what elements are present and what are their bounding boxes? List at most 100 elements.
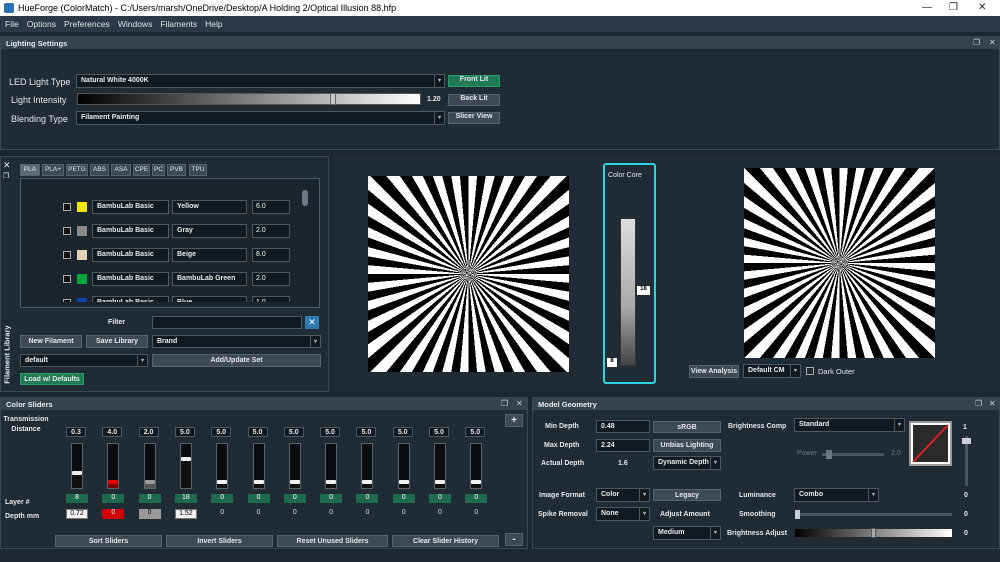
color-slider[interactable] [434,443,446,489]
filament-brand[interactable]: BambuLab Basic [92,272,169,286]
slider-handle[interactable] [72,471,82,475]
spike-removal-select[interactable]: None ▾ [596,507,650,521]
layer-number[interactable]: 0 [211,494,234,503]
layer-number[interactable]: 0 [283,494,306,503]
layer-number[interactable]: 0 [247,494,270,503]
filament-td[interactable]: 2.0 [252,272,290,286]
dark-outer-checkbox[interactable] [806,367,814,375]
image-format-select[interactable]: Color ▾ [596,488,650,502]
filament-list-scrollbar[interactable] [302,190,308,206]
min-depth-input[interactable]: 0.48 [596,420,650,433]
srgb-button[interactable]: sRGB [653,421,721,433]
color-slider[interactable] [179,443,192,489]
front-lit-button[interactable]: Front Lit [448,75,500,87]
transmission-distance-input[interactable]: 4.0 [102,427,123,437]
filament-brand[interactable]: BambuLab Basic [92,224,169,238]
filament-brand[interactable]: BambuLab Basic [92,200,169,214]
filament-row[interactable]: BambuLab Basic Yellow 6.0 [60,200,300,214]
menu-windows[interactable]: Windows [113,16,155,29]
slider-handle[interactable] [217,480,228,484]
close-panel-icon[interactable]: ✕ [3,160,11,171]
close-icon[interactable]: ✕ [978,2,986,13]
slider-handle[interactable] [326,480,337,484]
color-slider[interactable] [397,443,410,489]
layer-number[interactable]: 0 [102,494,125,503]
color-slider[interactable] [143,443,156,489]
clear-filter-icon[interactable]: ✕ [305,316,319,329]
maximize-icon[interactable]: ❐ [949,2,958,13]
sort-sliders-button[interactable]: Sort Sliders [55,535,162,547]
color-slider[interactable] [252,443,265,489]
slider-handle[interactable] [962,438,971,444]
slider-handle[interactable] [108,480,119,484]
filament-checkbox[interactable] [63,203,71,211]
color-slider[interactable] [325,443,338,489]
layer-number[interactable]: 0 [465,494,488,503]
layer-number[interactable]: 0 [392,494,415,503]
led-light-type-select[interactable]: Natural White 4000K ▾ [76,74,445,88]
color-slider[interactable] [107,443,120,489]
save-library-button[interactable]: Save Library [86,335,148,348]
filament-checkbox[interactable] [63,227,71,235]
layer-number[interactable]: 0 [320,494,343,503]
slider-handle[interactable] [144,480,155,484]
menu-help[interactable]: Help [200,16,225,29]
slider-handle[interactable] [289,480,300,484]
filament-brand[interactable]: BambuLab Basic [92,248,169,262]
transmission-distance-input[interactable]: 5.0 [211,427,232,437]
legacy-button[interactable]: Legacy [653,489,721,501]
float-icon[interactable]: ❐ [973,38,980,47]
luminance-select[interactable]: Combo ▾ [794,488,879,502]
reset-unused-sliders-button[interactable]: Reset Unused Sliders [277,535,388,547]
float-icon[interactable]: ❐ [501,399,508,408]
color-slider[interactable] [71,443,83,489]
transmission-distance-input[interactable]: 5.0 [320,427,341,437]
close-panel-icon[interactable]: ✕ [989,399,996,408]
adjust-amount-select[interactable]: Medium ▾ [653,526,721,540]
tab-pla[interactable]: PLA [20,164,40,176]
color-slider[interactable] [470,443,483,489]
menu-file[interactable]: File [0,16,22,29]
slider-handle[interactable] [435,480,445,484]
transmission-distance-input[interactable]: 0.3 [66,427,86,437]
slider-handle[interactable] [871,528,876,538]
color-slider[interactable] [361,443,374,489]
max-depth-input[interactable]: 2.24 [596,439,650,452]
tab-petg[interactable]: PETG [66,164,88,176]
color-slider[interactable] [288,443,301,489]
tab-asa[interactable]: ASA [111,164,131,176]
filament-name[interactable]: BambuLab Green [172,272,247,286]
light-intensity-slider[interactable] [77,93,421,105]
filament-row[interactable]: BambuLab Basic Beige 8.0 [60,248,300,262]
brand-select[interactable]: Brand ▾ [152,335,321,348]
color-core-top-marker[interactable]: 18 [637,286,650,295]
slider-handle[interactable] [795,510,800,519]
add-slider-button[interactable]: + [505,414,523,427]
dynamic-depth-select[interactable]: Dynamic Depth ▾ [653,456,721,470]
slider-handle[interactable] [330,93,336,105]
filament-row[interactable]: BambuLab Basic Gray 2.0 [60,224,300,238]
slider-handle[interactable] [362,480,373,484]
close-panel-icon[interactable]: ✕ [989,38,996,47]
filament-name[interactable]: Gray [172,224,247,238]
transmission-distance-input[interactable]: 5.0 [283,427,304,437]
filament-name[interactable]: Beige [172,248,247,262]
slider-handle[interactable] [180,457,191,461]
transmission-distance-input[interactable]: 5.0 [356,427,377,437]
analysis-preview-image[interactable] [744,168,935,358]
tab-abs[interactable]: ABS [90,164,109,176]
filament-td[interactable]: 8.0 [252,248,290,262]
slider-handle[interactable] [253,480,264,484]
float-icon[interactable]: ❐ [3,172,9,180]
tab-cpe[interactable]: CPE [133,164,150,176]
filament-checkbox[interactable] [63,275,71,283]
filament-row[interactable]: BambuLab Basic BambuLab Green 2.0 [60,272,300,286]
filament-name[interactable]: Yellow [172,200,247,214]
remove-slider-button[interactable]: - [505,533,523,546]
tab-tpu[interactable]: TPU [189,164,207,176]
close-panel-icon[interactable]: ✕ [516,399,523,408]
slider-handle[interactable] [398,480,409,484]
tab-pvb[interactable]: PVB [167,164,186,176]
color-slider[interactable] [216,443,229,489]
tab-pla-plus[interactable]: PLA+ [42,164,64,176]
